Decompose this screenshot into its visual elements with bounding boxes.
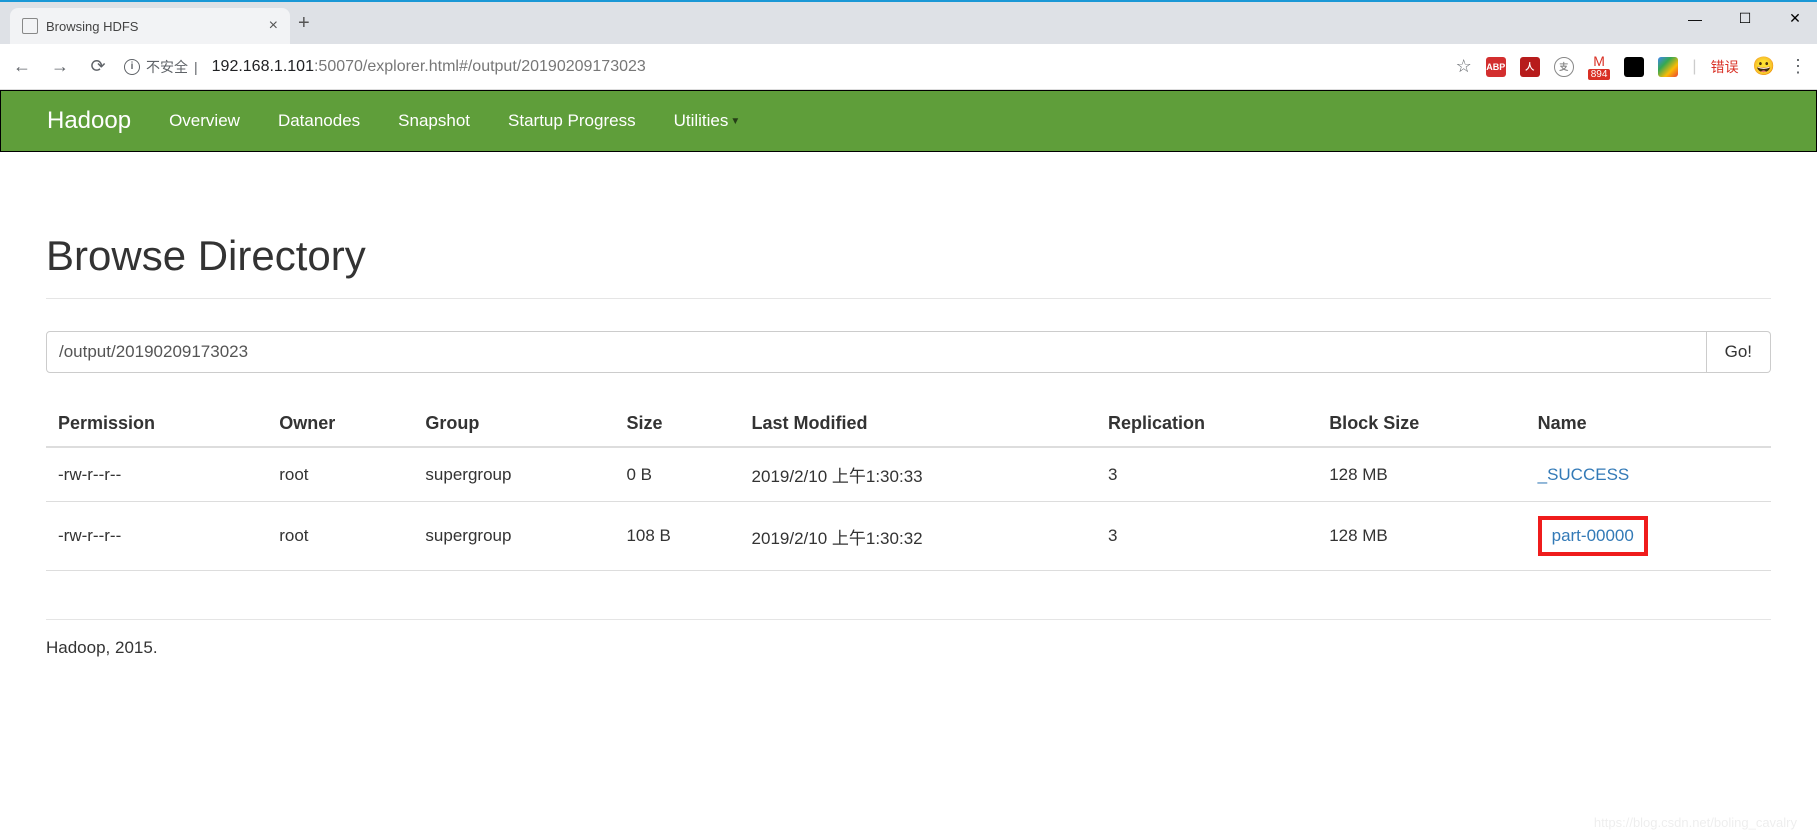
cell-size: 108 B [614, 502, 739, 571]
cell-size: 0 B [614, 447, 739, 502]
back-button[interactable]: ← [10, 56, 34, 77]
divider [46, 619, 1771, 620]
bookmark-star-icon[interactable]: ☆ [1456, 56, 1472, 77]
col-owner: Owner [267, 401, 413, 447]
path-input[interactable] [46, 331, 1707, 373]
footer-text: Hadoop, 2015. [46, 638, 1771, 658]
browser-tab[interactable]: Browsing HDFS × [10, 8, 290, 44]
nav-overview[interactable]: Overview [169, 111, 240, 131]
table-row: -rw-r--r--rootsupergroup108 B2019/2/10 上… [46, 502, 1771, 571]
info-icon: i [124, 59, 140, 75]
table-row: -rw-r--r--rootsupergroup0 B2019/2/10 上午1… [46, 447, 1771, 502]
brand-logo[interactable]: Hadoop [47, 107, 131, 135]
adblock-icon[interactable]: ABP [1486, 57, 1506, 77]
browser-chrome: Browsing HDFS × + — ☐ ✕ ← → ⟳ i 不安全 | 19… [0, 0, 1817, 90]
cell-group: supergroup [413, 447, 614, 502]
cell-blocksize: 128 MB [1317, 502, 1525, 571]
nav-datanodes[interactable]: Datanodes [278, 111, 360, 131]
col-name: Name [1526, 401, 1771, 447]
gmail-icon[interactable]: M 894 [1588, 53, 1611, 80]
cell-permission: -rw-r--r-- [46, 502, 267, 571]
security-label: 不安全 [146, 57, 188, 77]
google-drive-icon[interactable] [1658, 57, 1678, 77]
address-bar[interactable]: 192.168.1.101:50070/explorer.html#/outpu… [212, 58, 646, 76]
cell-group: supergroup [413, 502, 614, 571]
forward-button[interactable]: → [48, 56, 72, 77]
url-host: 192.168.1.101 [212, 58, 314, 75]
url-path: :50070/explorer.html#/output/20190209173… [314, 58, 646, 75]
cell-owner: root [267, 447, 413, 502]
cell-owner: root [267, 502, 413, 571]
qr-icon[interactable] [1624, 57, 1644, 77]
cell-name: _SUCCESS [1526, 447, 1771, 502]
cell-permission: -rw-r--r-- [46, 447, 267, 502]
tab-bar: Browsing HDFS × + — ☐ ✕ [0, 2, 1817, 44]
col-last-modified: Last Modified [740, 401, 1097, 447]
watermark: https://blog.csdn.net/boling_cavalry [1594, 815, 1797, 830]
file-link[interactable]: part-00000 [1552, 526, 1634, 545]
col-block-size: Block Size [1317, 401, 1525, 447]
close-icon[interactable]: × [269, 17, 278, 35]
file-icon [22, 18, 38, 34]
address-bar-row: ← → ⟳ i 不安全 | 192.168.1.101:50070/explor… [0, 44, 1817, 90]
divider [46, 298, 1771, 299]
col-permission: Permission [46, 401, 267, 447]
nav-utilities[interactable]: Utilities ▼ [674, 111, 741, 131]
shield-icon[interactable]: 支 [1554, 57, 1574, 77]
toolbar-right: ☆ ABP 人 支 M 894 | 错误 😀 ⋮ [1456, 53, 1807, 80]
chevron-down-icon: ▼ [730, 116, 740, 127]
adobe-icon[interactable]: 人 [1520, 57, 1540, 77]
nav-snapshot[interactable]: Snapshot [398, 111, 470, 131]
emoji-icon[interactable]: 😀 [1753, 56, 1775, 77]
cell-modified: 2019/2/10 上午1:30:33 [740, 447, 1097, 502]
cell-replication: 3 [1096, 502, 1317, 571]
new-tab-button[interactable]: + [298, 12, 310, 35]
reload-button[interactable]: ⟳ [86, 56, 110, 77]
cell-replication: 3 [1096, 447, 1317, 502]
col-size: Size [614, 401, 739, 447]
file-table: Permission Owner Group Size Last Modifie… [46, 401, 1771, 571]
hadoop-navbar: Hadoop Overview Datanodes Snapshot Start… [0, 90, 1817, 152]
maximize-button[interactable]: ☐ [1735, 10, 1755, 27]
security-status[interactable]: i 不安全 | [124, 57, 198, 77]
file-link[interactable]: _SUCCESS [1538, 465, 1630, 484]
path-row: Go! [46, 331, 1771, 373]
page-title: Browse Directory [46, 232, 1771, 280]
col-replication: Replication [1096, 401, 1317, 447]
table-header-row: Permission Owner Group Size Last Modifie… [46, 401, 1771, 447]
go-button[interactable]: Go! [1707, 331, 1771, 373]
cell-blocksize: 128 MB [1317, 447, 1525, 502]
cell-modified: 2019/2/10 上午1:30:32 [740, 502, 1097, 571]
error-label[interactable]: 错误 [1711, 57, 1739, 77]
nav-startup-progress[interactable]: Startup Progress [508, 111, 636, 131]
main-content: Browse Directory Go! Permission Owner Gr… [0, 152, 1817, 678]
menu-dots-icon[interactable]: ⋮ [1789, 56, 1807, 77]
close-window-button[interactable]: ✕ [1785, 10, 1805, 27]
window-controls: — ☐ ✕ [1685, 10, 1805, 27]
cell-name: part-00000 [1526, 502, 1771, 571]
tab-title: Browsing HDFS [46, 19, 261, 34]
col-group: Group [413, 401, 614, 447]
minimize-button[interactable]: — [1685, 10, 1705, 27]
